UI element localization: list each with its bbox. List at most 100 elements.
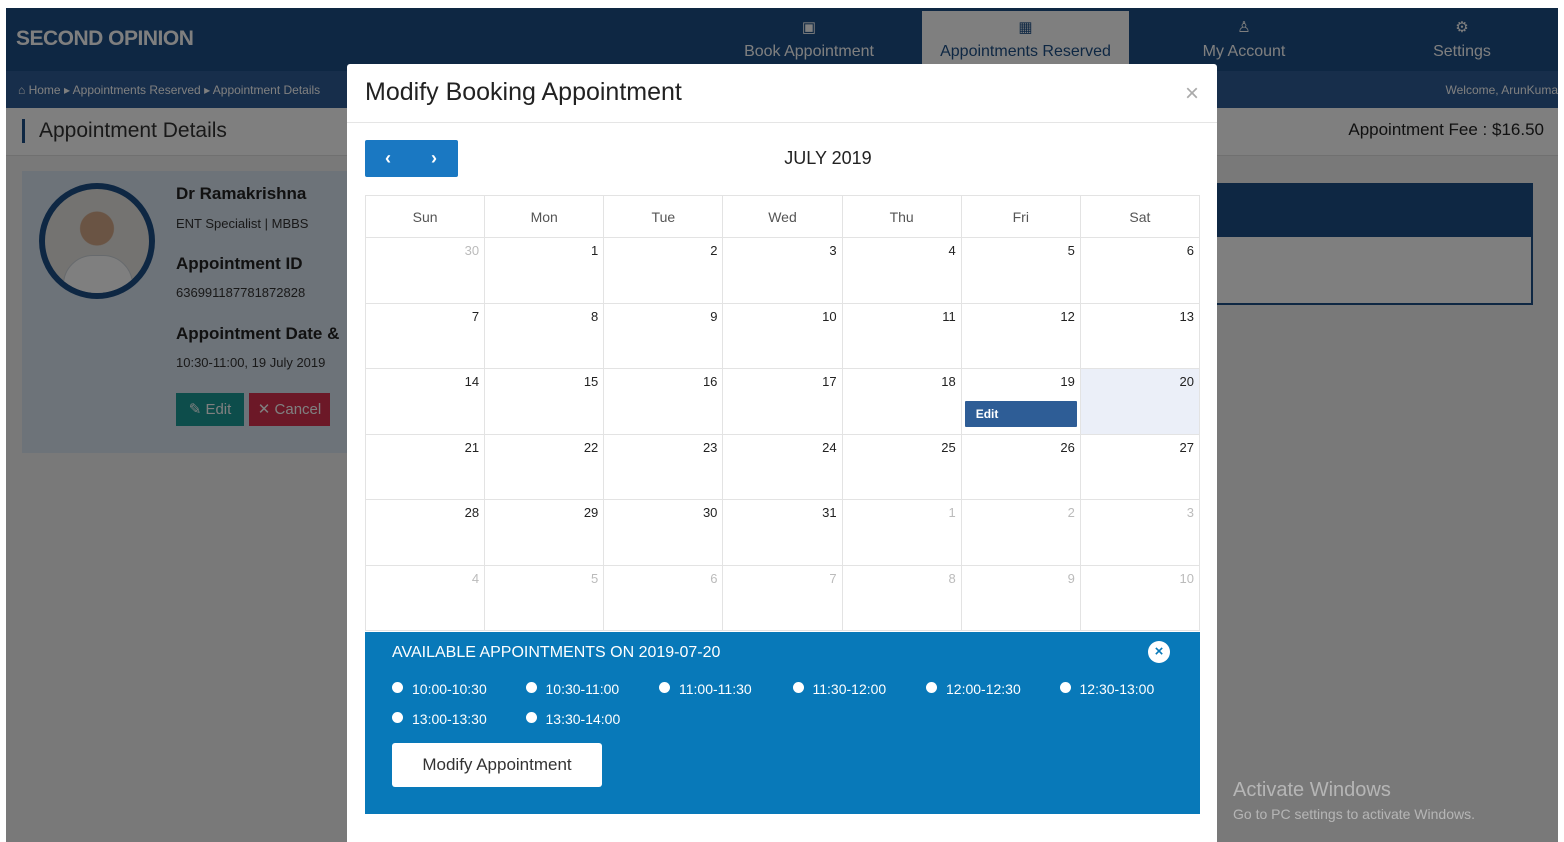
time-slot-radio[interactable]: 12:30-13:00 [1059,681,1154,697]
close-circle-icon[interactable]: × [1148,641,1170,663]
time-slot-label: 10:30-11:00 [545,681,620,697]
day-number: 8 [948,570,956,586]
weekday-header: Thu [841,195,962,238]
calendar-day-cell[interactable]: 22 [484,433,605,500]
calendar-day-cell[interactable]: 31 [722,499,843,566]
calendar-day-cell[interactable]: 10 [1079,564,1201,631]
calendar-day-cell[interactable]: 26 [960,433,1081,500]
calendar-day-cell[interactable]: 30 [364,237,486,304]
modify-booking-modal: Modify Booking Appointment × ‹ › JULY 20… [347,64,1217,842]
time-slot-label: 13:30-14:00 [545,711,621,727]
weekday-header-row: Sun Mon Tue Wed Thu Fri Sat [364,195,1201,238]
time-slot-radio[interactable]: 12:00-12:30 [926,681,1021,697]
radio-icon [792,682,804,693]
calendar-day-cell[interactable]: 1 [484,237,605,304]
day-number: 6 [710,570,718,586]
calendar-week-row: 21 22 23 24 25 26 27 [364,433,1201,500]
day-number: 9 [1067,570,1075,586]
day-number: 22 [583,439,599,455]
time-slot-radio[interactable]: 13:30-14:00 [525,711,621,727]
day-number: 26 [1060,439,1075,455]
time-slot-radio[interactable]: 11:00-11:30 [659,681,752,697]
day-number: 7 [829,570,837,586]
calendar-event-edit[interactable]: Edit [964,401,1077,427]
radio-icon [1059,682,1071,693]
day-number: 16 [702,374,718,389]
calendar-day-cell[interactable]: 23 [603,433,724,500]
modal-title: Modify Booking Appointment [365,78,682,106]
calendar-day-cell[interactable]: 17 [722,368,843,435]
weekday-header: Sat [1079,195,1201,238]
calendar-day-cell[interactable]: 16 [603,368,724,435]
calendar-day-cell[interactable]: 21 [364,433,486,500]
calendar-day-cell[interactable]: 9 [603,302,724,369]
modal-close-button[interactable]: × [1185,80,1199,108]
day-number: 3 [1186,505,1194,520]
calendar-day-cell[interactable]: 8 [841,564,962,631]
day-number: 20 [1179,374,1194,389]
calendar-day-cell[interactable]: 11 [841,302,962,369]
calendar-week-row: 4 5 6 7 8 9 10 [364,564,1201,631]
day-number: 2 [1067,505,1075,520]
calendar-day-cell[interactable]: 28 [364,499,486,566]
day-number: 8 [591,308,599,324]
calendar-day-cell[interactable]: 12 [960,302,1081,369]
weekday-header: Wed [722,195,843,238]
day-number: 28 [464,505,480,520]
calendar-day-cell[interactable]: 19 Edit [960,368,1081,435]
calendar-day-cell[interactable]: 20 [1079,368,1201,435]
calendar-day-cell[interactable]: 4 [841,237,962,304]
time-slot-label: 11:30-12:00 [812,681,887,697]
time-slot-radio[interactable]: 10:00-10:30 [392,681,487,697]
calendar-day-cell[interactable]: 14 [364,368,486,435]
calendar-week-row: 30 1 2 3 4 5 6 [364,237,1201,304]
day-number: 25 [941,439,956,455]
time-slot-radio[interactable]: 13:00-13:30 [392,711,487,727]
day-number: 6 [1186,243,1194,258]
calendar-day-cell[interactable]: 2 [603,237,724,304]
calendar-day-cell[interactable]: 6 [1079,237,1201,304]
day-number: 4 [948,243,956,258]
calendar-day-cell[interactable]: 29 [484,499,605,566]
day-number: 10 [1179,570,1194,586]
calendar-day-cell[interactable]: 18 [841,368,962,435]
day-number: 17 [822,374,837,389]
modify-appointment-button[interactable]: Modify Appointment [392,743,602,787]
calendar-day-cell[interactable]: 13 [1079,302,1201,369]
day-number: 1 [948,505,956,520]
app-window: SECOND OPINION ▣ Book Appointment ▦ Appo… [6,8,1558,842]
day-number: 4 [471,570,480,586]
calendar-day-cell[interactable]: 24 [722,433,843,500]
available-appointments-panel: AVAILABLE APPOINTMENTS ON 2019-07-20 × 1… [365,632,1200,814]
calendar-day-cell[interactable]: 10 [722,302,843,369]
time-slot-radio[interactable]: 10:30-11:00 [525,681,620,697]
radio-icon [392,712,403,723]
day-number: 23 [702,439,718,455]
day-number: 5 [591,570,599,586]
calendar-day-cell[interactable]: 3 [722,237,843,304]
calendar-day-cell[interactable]: 27 [1079,433,1201,500]
calendar-day-cell[interactable]: 25 [841,433,962,500]
weekday-header: Tue [603,195,724,238]
radio-icon [392,682,403,693]
calendar-day-cell[interactable]: 4 [364,564,486,631]
calendar-day-cell[interactable]: 30 [603,499,724,566]
day-number: 31 [822,505,837,520]
available-appointments-title: AVAILABLE APPOINTMENTS ON 2019-07-20 [392,644,721,661]
calendar-day-cell[interactable]: 7 [722,564,843,631]
time-slot-radio[interactable]: 11:30-12:00 [792,681,887,697]
calendar-day-cell[interactable]: 2 [960,499,1081,566]
calendar-day-cell[interactable]: 6 [603,564,724,631]
radio-icon [926,682,937,693]
calendar-day-cell[interactable]: 3 [1079,499,1201,566]
calendar-day-cell[interactable]: 8 [484,302,605,369]
calendar-day-cell[interactable]: 9 [960,564,1081,631]
watermark-subtitle: Go to PC settings to activate Windows. [1233,806,1475,822]
calendar-day-cell[interactable]: 15 [484,368,605,435]
calendar-day-cell[interactable]: 5 [484,564,605,631]
calendar-day-cell[interactable]: 1 [841,499,962,566]
time-slot-label: 10:00-10:30 [412,681,487,697]
calendar-day-cell[interactable]: 5 [960,237,1081,304]
day-number: 27 [1179,439,1194,455]
calendar-day-cell[interactable]: 7 [364,302,486,369]
